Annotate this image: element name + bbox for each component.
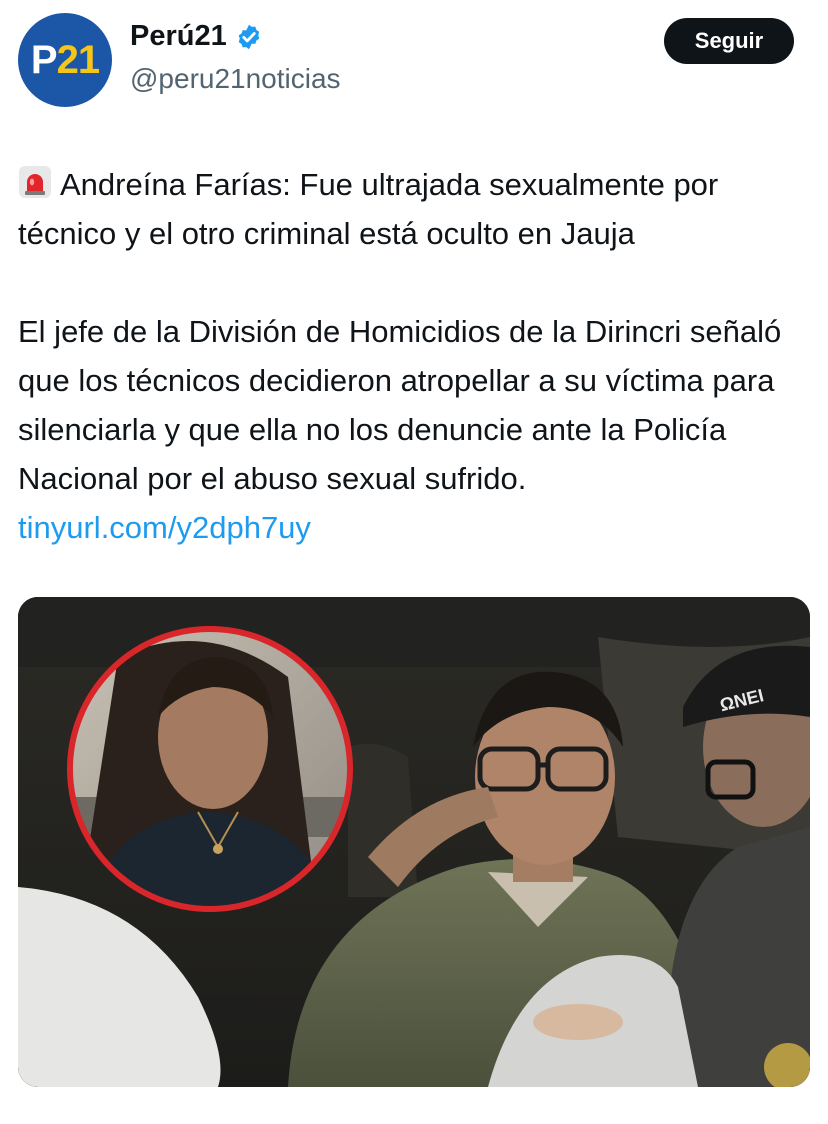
avatar[interactable]: P 21 <box>18 13 112 107</box>
user-handle[interactable]: @peru21noticias <box>130 63 341 95</box>
display-name[interactable]: Perú21 <box>130 20 227 53</box>
avatar-logo-21: 21 <box>56 37 100 82</box>
tweet-headline: Andreína Farías: Fue ultrajada sexualmen… <box>18 167 719 251</box>
tweet-body-paragraph: El jefe de la División de Homicidios de … <box>18 307 818 552</box>
tweet-headline-line: Andreína Farías: Fue ultrajada sexualmen… <box>18 160 818 258</box>
tweet-media-image[interactable]: ΩNEI <box>18 597 810 1087</box>
tweet-text: Andreína Farías: Fue ultrajada sexualmen… <box>18 160 818 552</box>
follow-button[interactable]: Seguir <box>664 18 794 64</box>
tweet-link[interactable]: tinyurl.com/y2dph7uy <box>18 510 311 545</box>
media-photo: ΩNEI <box>18 597 810 1087</box>
siren-emoji-icon <box>19 166 51 198</box>
display-name-row[interactable]: Perú21 <box>130 20 263 53</box>
verified-badge-icon <box>238 24 260 49</box>
tweet-body: El jefe de la División de Homicidios de … <box>18 314 782 496</box>
avatar-logo-p: P <box>30 37 58 82</box>
